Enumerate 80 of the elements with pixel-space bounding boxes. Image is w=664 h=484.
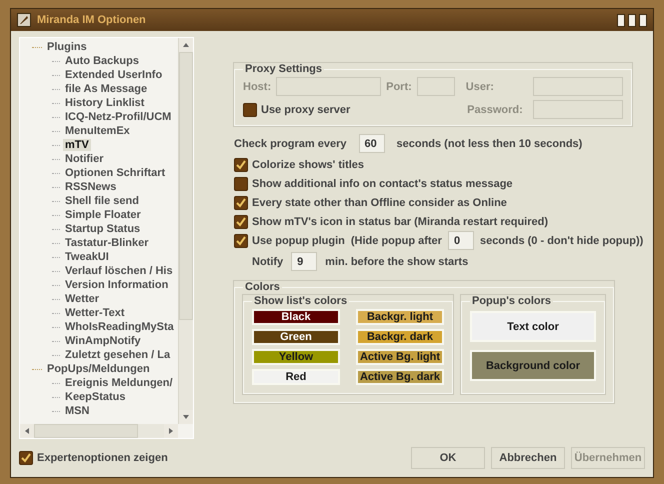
- checkbox[interactable]: [234, 234, 248, 248]
- group-title: Show list's colors: [253, 295, 348, 307]
- notify-minutes-field[interactable]: 9: [291, 252, 318, 271]
- scroll-down-icon[interactable]: [179, 410, 193, 424]
- checkbox[interactable]: [234, 177, 248, 191]
- tree-item[interactable]: Shell file send: [63, 195, 141, 207]
- tree-group[interactable]: PopUps/Meldungen: [45, 363, 152, 375]
- checkbox-label: Colorize shows' titles: [252, 159, 364, 171]
- dialog-button[interactable]: Abbrechen: [491, 447, 565, 469]
- maximize-button[interactable]: [628, 14, 636, 26]
- tree-item[interactable]: MSN: [63, 405, 92, 417]
- checkbox-label: Use popup plugin: [252, 234, 345, 246]
- group-title: Proxy Settings: [244, 63, 324, 75]
- tree-item[interactable]: RSSNews: [63, 181, 118, 193]
- field-label: Check program every: [234, 138, 346, 150]
- color-button[interactable]: Red: [252, 369, 340, 385]
- tree-item[interactable]: Wetter-Text: [63, 307, 126, 319]
- tree-item[interactable]: WhoIsReadingMySta: [63, 321, 176, 333]
- field-label: Port:: [386, 80, 412, 92]
- color-button[interactable]: Text color: [470, 311, 596, 342]
- tree-group[interactable]: Plugins: [45, 41, 89, 53]
- quill-icon: [17, 13, 31, 27]
- tree-item[interactable]: History Linklist: [63, 97, 146, 109]
- tree-item[interactable]: TweakUI: [63, 251, 111, 263]
- checkbox-label: Every state other than Offline consider as Online: [252, 197, 507, 209]
- checkbox[interactable]: [19, 451, 33, 465]
- tree-item[interactable]: WinAmpNotify: [63, 335, 143, 347]
- tree-item[interactable]: Optionen Schriftart: [63, 167, 168, 179]
- field-label: Host:: [243, 80, 272, 92]
- tree-item[interactable]: Auto Backups: [63, 55, 141, 67]
- field-label: User:: [466, 80, 495, 92]
- color-button[interactable]: Yellow: [252, 349, 340, 365]
- tree-item[interactable]: Version Information: [63, 279, 170, 291]
- field-hint: min. before the show starts: [325, 256, 468, 268]
- tree-item[interactable]: file As Message: [63, 83, 150, 95]
- tree-item[interactable]: ICQ-Netz-Profil/UCM: [63, 111, 174, 123]
- tree-item[interactable]: KeepStatus: [63, 391, 128, 403]
- group-title: Popup's colors: [471, 295, 552, 307]
- hide-seconds-field[interactable]: 0: [448, 231, 474, 250]
- group-title: Colors: [244, 281, 281, 293]
- horizontal-scrollbar[interactable]: [20, 424, 178, 438]
- interval-field[interactable]: 60: [358, 134, 384, 153]
- color-button[interactable]: Green: [252, 329, 340, 345]
- field-hint: seconds (0 - don't hide popup)): [480, 234, 644, 246]
- tree-item[interactable]: mTV: [63, 139, 91, 151]
- scroll-left-icon[interactable]: [20, 424, 34, 438]
- checkbox-label: Expertenoptionen zeigen: [37, 452, 168, 464]
- tree-item[interactable]: MenuItemEx: [63, 125, 132, 137]
- tree-item[interactable]: Wetter: [63, 293, 102, 305]
- color-button[interactable]: Background color: [470, 350, 596, 381]
- tree-item[interactable]: Extended UserInfo: [63, 69, 164, 81]
- field-label: (Hide popup after: [350, 234, 442, 246]
- checkbox[interactable]: [234, 196, 248, 210]
- tree-item[interactable]: Notifier: [63, 153, 106, 165]
- scroll-right-icon[interactable]: [164, 424, 178, 438]
- field-label: Password:: [467, 104, 523, 116]
- window-title: Miranda IM Optionen: [37, 14, 147, 26]
- tree-item[interactable]: Ereignis Meldungen/: [63, 377, 175, 389]
- dialog-button[interactable]: OK: [411, 447, 485, 469]
- color-button[interactable]: Black: [252, 309, 340, 325]
- color-button[interactable]: Backgr. light: [356, 309, 444, 325]
- field-hint: seconds (not less then 10 seconds): [396, 138, 582, 150]
- checkbox[interactable]: [234, 215, 248, 229]
- checkbox-label: Use proxy server: [261, 104, 350, 116]
- color-button[interactable]: Backgr. dark: [356, 329, 444, 345]
- color-button[interactable]: Active Bg. light: [356, 349, 444, 365]
- minimize-button[interactable]: [617, 14, 625, 26]
- tree-item[interactable]: Verlauf löschen / His: [63, 265, 175, 277]
- field-label: Notify: [252, 256, 284, 268]
- tree-item[interactable]: Tastatur-Blinker: [63, 237, 151, 249]
- scroll-up-icon[interactable]: [179, 38, 193, 52]
- checkbox-label: Show additional info on contact's status message: [252, 178, 513, 190]
- vertical-scrollbar[interactable]: [178, 38, 193, 424]
- color-button[interactable]: Active Bg. dark: [356, 369, 444, 385]
- checkbox-label: Show mTV's icon in status bar (Miranda restart required): [252, 216, 548, 228]
- close-button[interactable]: [639, 14, 647, 26]
- tree-item[interactable]: Simple Floater: [63, 209, 143, 221]
- tree-item[interactable]: Startup Status: [63, 223, 142, 235]
- checkbox[interactable]: [234, 158, 248, 172]
- tree-item[interactable]: Zuletzt gesehen / La: [63, 349, 172, 361]
